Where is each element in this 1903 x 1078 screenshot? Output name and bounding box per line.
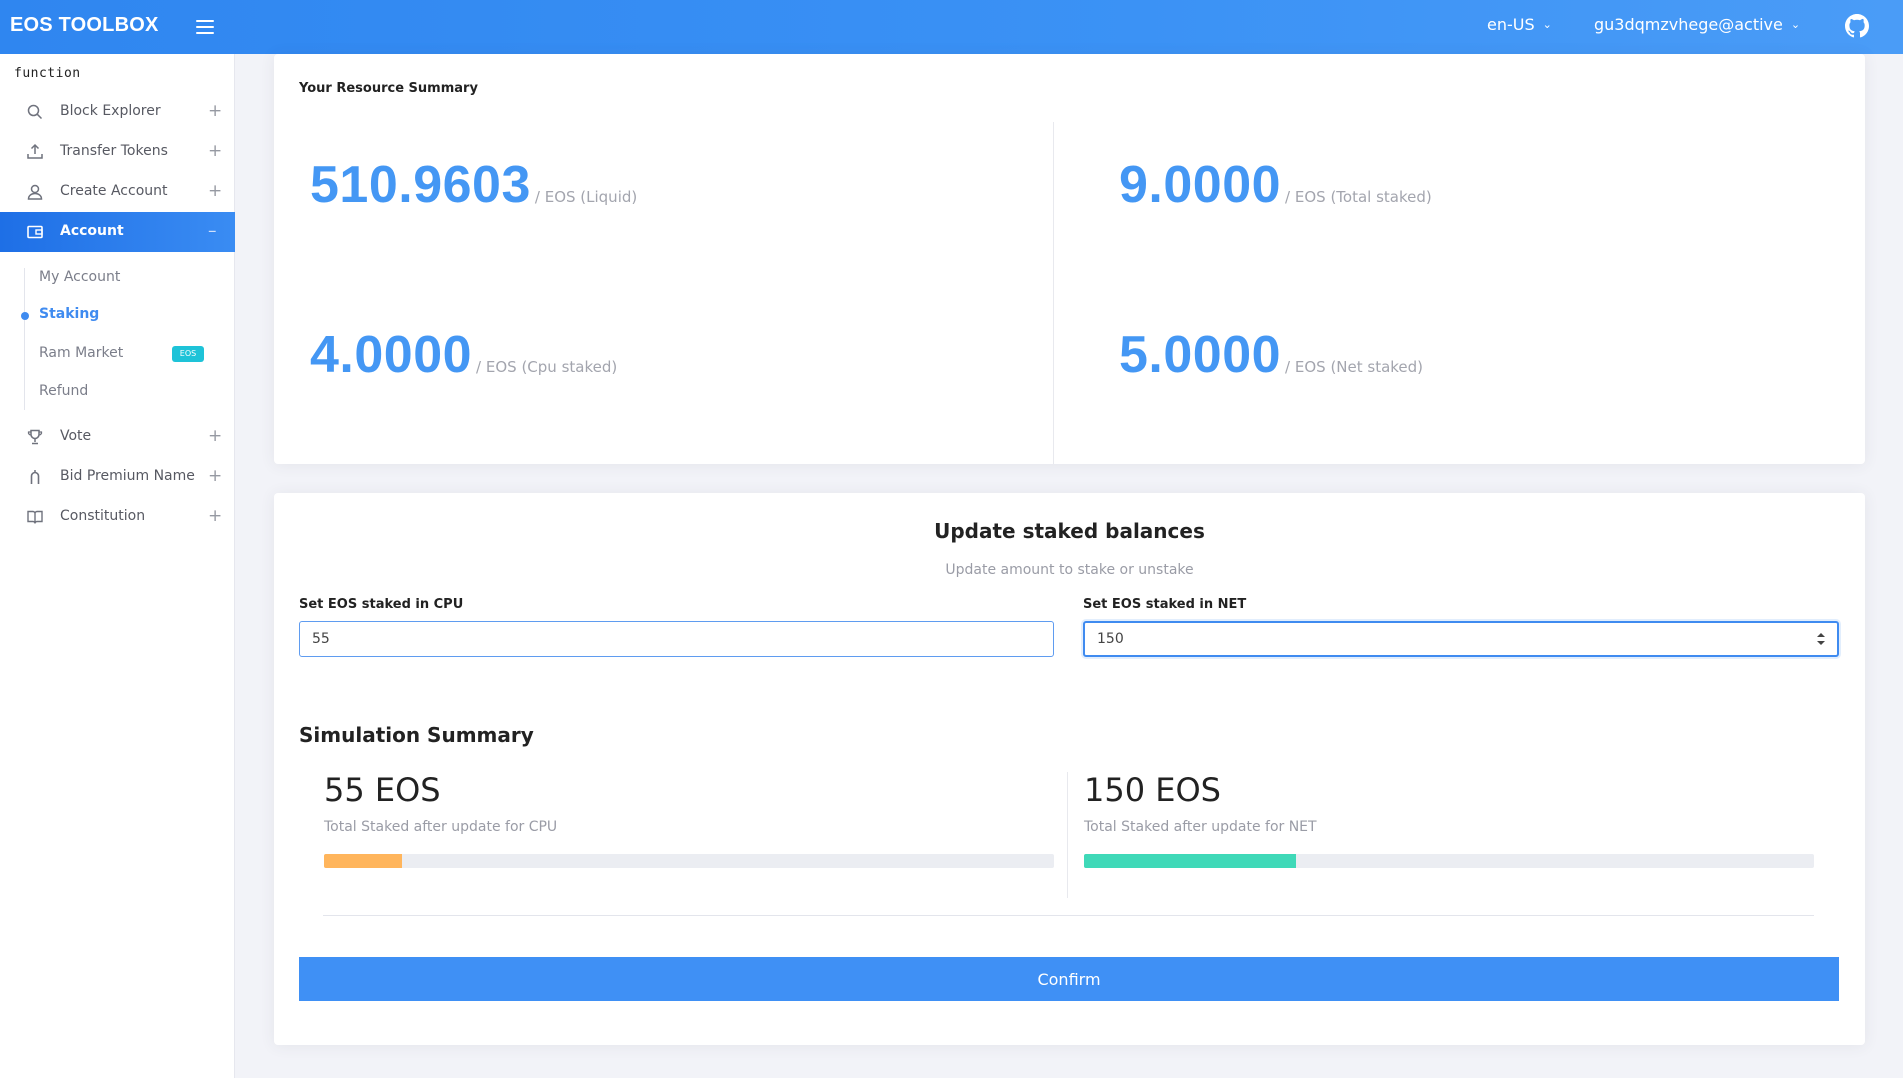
- cpu-staked-unit: / EOS (Cpu staked): [476, 358, 618, 376]
- github-icon[interactable]: [1845, 14, 1869, 38]
- sidebar-item-label: Bid Premium Name: [60, 468, 195, 484]
- sidebar-item-label: Transfer Tokens: [60, 143, 168, 159]
- sidebar-item-label: Account: [60, 223, 124, 239]
- sidebar-section-title: function: [14, 66, 81, 81]
- trophy-icon: [27, 429, 43, 445]
- sidebar-item-label: Create Account: [60, 183, 168, 199]
- expand-icon[interactable]: +: [208, 181, 222, 201]
- liquid-unit: / EOS (Liquid): [534, 188, 638, 206]
- top-header: EOS TOOLBOX en-US ⌄ gu3dqmzvhege@active ⌄: [0, 0, 1903, 54]
- sidebar-item-account[interactable]: Account –: [0, 212, 235, 252]
- net-staked-unit: / EOS (Net staked): [1285, 358, 1424, 376]
- liquid-stat: 510.9603/ EOS (Liquid): [310, 155, 637, 215]
- sidebar-item-label: Vote: [60, 428, 92, 444]
- update-staked-card: Update staked balances Update amount to …: [274, 493, 1865, 1045]
- sidebar-subitem-my-account[interactable]: My Account: [39, 269, 120, 285]
- chevron-down-icon: ⌄: [1542, 18, 1552, 31]
- net-stake-input[interactable]: [1083, 621, 1839, 657]
- cpu-progress-bar: [324, 854, 1054, 868]
- hamburger-menu-icon[interactable]: [196, 20, 214, 34]
- expand-icon[interactable]: +: [208, 141, 222, 161]
- cpu-stake-input[interactable]: [299, 621, 1054, 657]
- expand-icon[interactable]: +: [208, 506, 222, 526]
- sidebar-item-label: Constitution: [60, 508, 146, 524]
- expand-icon[interactable]: +: [208, 101, 222, 121]
- expand-icon[interactable]: +: [208, 466, 222, 486]
- cpu-sim-caption: Total Staked after update for CPU: [324, 819, 558, 835]
- simulation-title: Simulation Summary: [299, 723, 534, 747]
- sidebar-item-label: Block Explorer: [60, 103, 161, 119]
- total-staked-stat: 9.0000/ EOS (Total staked): [1119, 155, 1432, 215]
- sidebar: function Block Explorer + Transfer Token…: [0, 54, 235, 1078]
- language-selector[interactable]: en-US ⌄: [1487, 15, 1552, 34]
- wallet-icon: [27, 225, 43, 239]
- net-field-label: Set EOS staked in NET: [1083, 597, 1247, 612]
- sidebar-item-bid-premium-name[interactable]: Bid Premium Name +: [0, 457, 235, 497]
- brand-logo[interactable]: EOS TOOLBOX: [10, 14, 159, 37]
- eos-badge: EOS: [172, 346, 204, 362]
- active-dot: [21, 312, 29, 320]
- collapse-icon[interactable]: –: [208, 221, 217, 241]
- number-spinner-icon[interactable]: [1815, 630, 1827, 648]
- update-title: Update staked balances: [934, 519, 1205, 543]
- resource-summary-title: Your Resource Summary: [299, 81, 478, 96]
- sidebar-item-constitution[interactable]: Constitution +: [0, 497, 235, 537]
- sidebar-item-create-account[interactable]: Create Account +: [0, 172, 235, 212]
- account-selector[interactable]: gu3dqmzvhege@active ⌄: [1594, 15, 1800, 34]
- account-name: gu3dqmzvhege@active: [1594, 15, 1783, 34]
- language-label: en-US: [1487, 15, 1535, 34]
- total-staked-unit: / EOS (Total staked): [1285, 188, 1432, 206]
- divider: [1067, 772, 1068, 898]
- net-progress-bar: [1084, 854, 1814, 868]
- cpu-sim-value: 55 EOS: [324, 771, 441, 809]
- resource-summary-card: Your Resource Summary 510.9603/ EOS (Liq…: [274, 54, 1865, 464]
- expand-icon[interactable]: +: [208, 426, 222, 446]
- update-subtitle: Update amount to stake or unstake: [945, 562, 1194, 578]
- divider: [1053, 122, 1054, 464]
- sidebar-item-block-explorer[interactable]: Block Explorer +: [0, 92, 235, 132]
- net-staked-stat: 5.0000/ EOS (Net staked): [1119, 325, 1423, 385]
- cpu-field-label: Set EOS staked in CPU: [299, 597, 464, 612]
- total-staked-value: 9.0000: [1119, 156, 1282, 214]
- net-progress-fill: [1084, 854, 1297, 868]
- cpu-staked-value: 4.0000: [310, 326, 473, 384]
- sidebar-subitem-staking[interactable]: Staking: [39, 306, 99, 322]
- sidebar-item-vote[interactable]: Vote +: [0, 417, 235, 457]
- sidebar-subitem-refund[interactable]: Refund: [39, 383, 88, 399]
- sidebar-subitem-ram-market[interactable]: Ram Market: [39, 345, 123, 361]
- confirm-button[interactable]: Confirm: [299, 957, 1839, 1001]
- submenu-line: [24, 268, 25, 410]
- user-icon: [27, 184, 43, 200]
- net-sim-caption: Total Staked after update for NET: [1084, 819, 1317, 835]
- gift-icon: [30, 470, 40, 484]
- cpu-staked-stat: 4.0000/ EOS (Cpu staked): [310, 325, 617, 385]
- sidebar-item-transfer-tokens[interactable]: Transfer Tokens +: [0, 132, 235, 172]
- divider: [323, 915, 1814, 916]
- net-sim-value: 150 EOS: [1084, 771, 1221, 809]
- net-staked-value: 5.0000: [1119, 326, 1282, 384]
- chevron-down-icon: ⌄: [1790, 18, 1801, 31]
- liquid-value: 510.9603: [310, 156, 531, 214]
- search-icon: [27, 104, 43, 120]
- book-icon: [27, 510, 43, 524]
- cpu-progress-fill: [324, 854, 403, 868]
- upload-icon: [27, 143, 43, 159]
